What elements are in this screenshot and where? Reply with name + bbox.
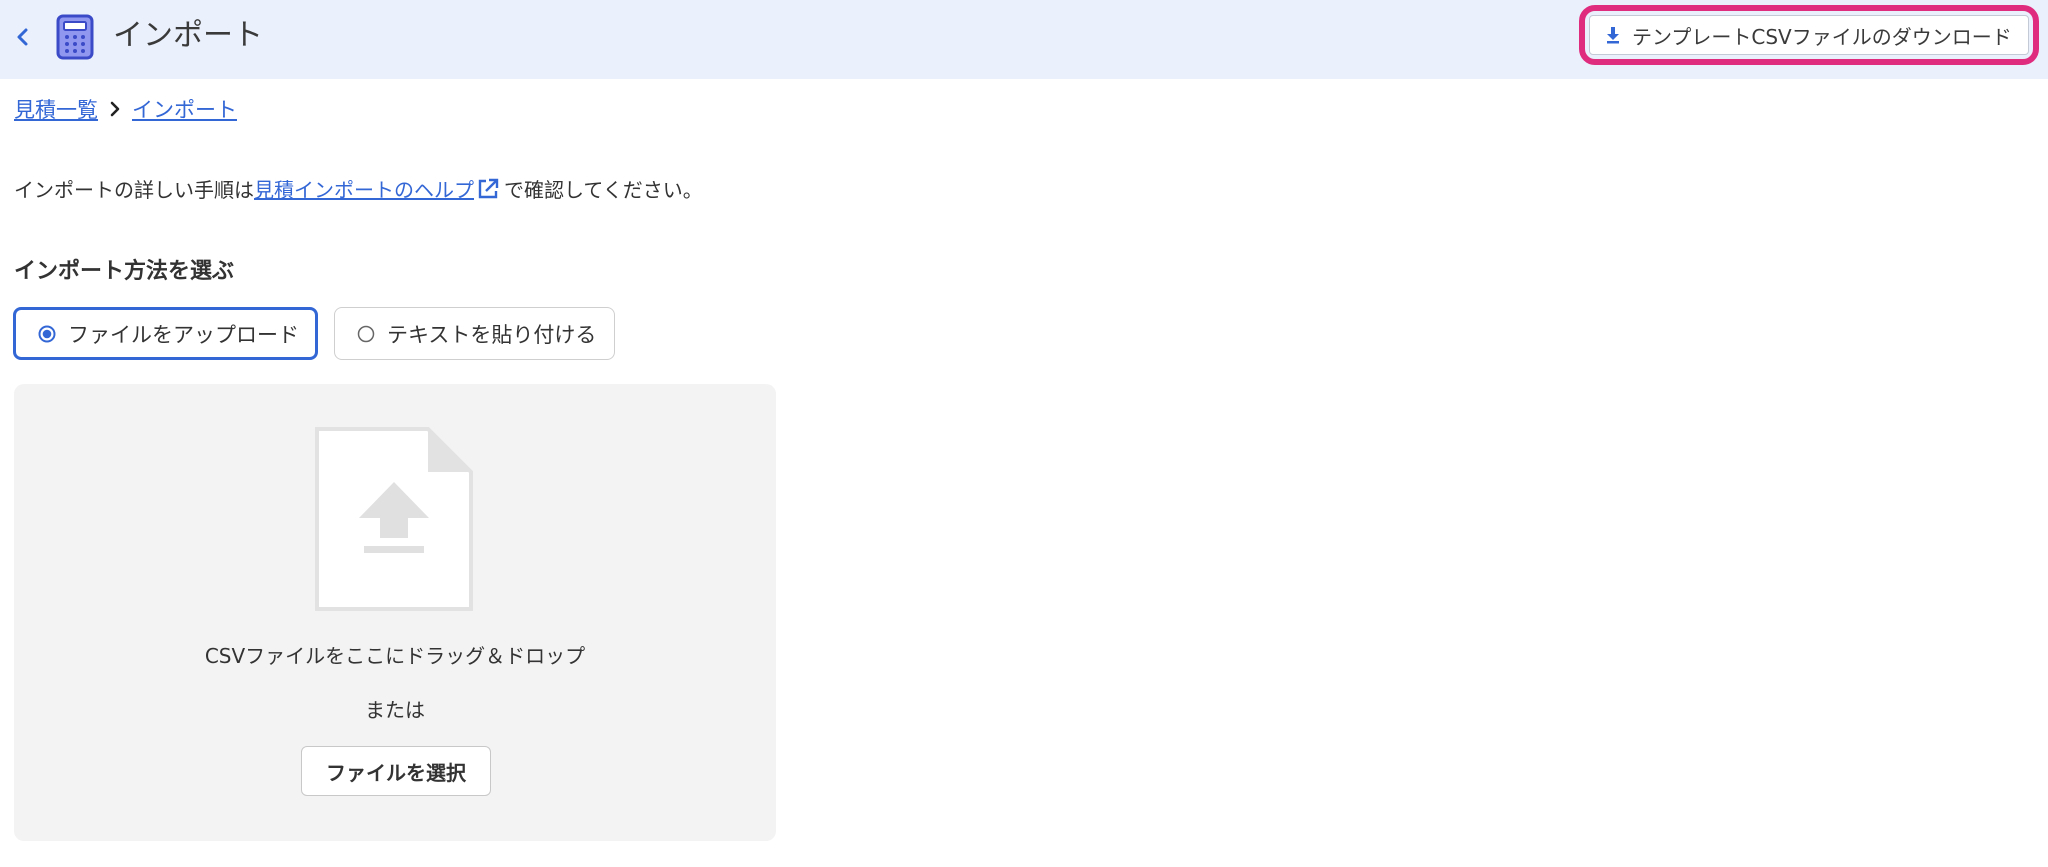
help-text: インポートの詳しい手順は 見積インポートのヘルプ で確認してください。 bbox=[14, 174, 703, 203]
radio-unselected-icon bbox=[357, 325, 375, 342]
help-prefix: インポートの詳しい手順は bbox=[14, 178, 254, 202]
top-header: インポート テンプレートCSVファイルのダウンロード bbox=[0, 0, 2048, 79]
radio-selected-icon bbox=[38, 325, 56, 342]
radio-upload-label: ファイルをアップロード bbox=[68, 322, 299, 347]
download-icon bbox=[1607, 27, 1619, 44]
import-method-title: インポート方法を選ぶ bbox=[14, 259, 235, 284]
radio-paste-label: テキストを貼り付ける bbox=[387, 322, 597, 347]
radio-upload-file[interactable]: ファイルをアップロード bbox=[13, 307, 318, 360]
download-template-label: テンプレートCSVファイルのダウンロード bbox=[1632, 24, 2012, 49]
back-button[interactable] bbox=[10, 22, 36, 52]
page-title: インポート bbox=[113, 18, 263, 53]
chevron-right-icon bbox=[110, 101, 120, 117]
file-dropzone[interactable]: CSVファイルをここにドラッグ＆ドロップ または ファイルを選択 bbox=[14, 384, 776, 841]
external-link-icon[interactable] bbox=[476, 177, 500, 201]
calculator-icon bbox=[56, 14, 94, 60]
file-upload-icon bbox=[315, 427, 473, 611]
radio-paste-text[interactable]: テキストを貼り付ける bbox=[334, 307, 615, 360]
help-suffix: で確認してください。 bbox=[504, 178, 703, 202]
breadcrumb-import-link[interactable]: インポート bbox=[132, 94, 237, 124]
or-text: または bbox=[365, 698, 425, 722]
download-template-button[interactable]: テンプレートCSVファイルのダウンロード bbox=[1589, 15, 2029, 55]
breadcrumb-estimates-link[interactable]: 見積一覧 bbox=[14, 94, 98, 124]
help-link[interactable]: 見積インポートのヘルプ bbox=[254, 174, 474, 203]
choose-file-button[interactable]: ファイルを選択 bbox=[301, 746, 491, 796]
breadcrumb: 見積一覧 インポート bbox=[14, 94, 237, 124]
chevron-left-icon bbox=[17, 28, 28, 46]
drop-instruction: CSVファイルをここにドラッグ＆ドロップ bbox=[204, 644, 586, 668]
